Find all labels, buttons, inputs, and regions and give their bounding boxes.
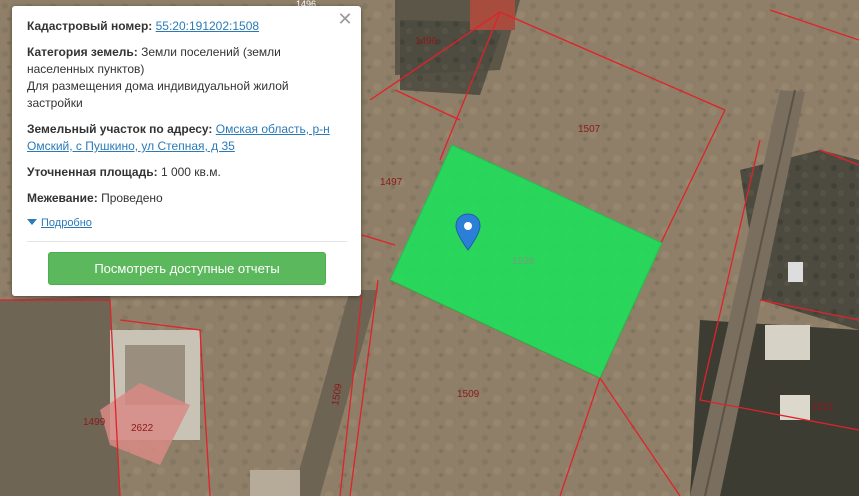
area-value: 1 000 кв.м.: [160, 165, 221, 179]
category-row: Категория земель: Земли поселений (земли…: [27, 44, 347, 112]
area-label: Уточненная площадь:: [27, 165, 158, 179]
cadastral-row: Кадастровый номер: 55:20:191202:1508: [27, 18, 347, 35]
parcel-label: 1507: [578, 124, 601, 135]
close-icon[interactable]: ✕: [337, 10, 353, 28]
address-label: Земельный участок по адресу:: [27, 122, 213, 136]
parcel-label: 2622: [131, 423, 154, 434]
parcel-label: 1499: [83, 417, 106, 428]
survey-row: Межевание: Проведено: [27, 190, 347, 207]
parcel-label: 1497: [380, 177, 403, 188]
area-row: Уточненная площадь: 1 000 кв.м.: [27, 164, 347, 181]
more-details-label: Подробно: [41, 217, 92, 229]
house: [788, 262, 803, 282]
cadastral-number-link[interactable]: 55:20:191202:1508: [156, 19, 259, 33]
cadastral-label: Кадастровый номер:: [27, 19, 153, 33]
parcel-label: 1509: [457, 389, 480, 400]
survey-value: Проведено: [101, 191, 163, 205]
address-row: Земельный участок по адресу: Омская обла…: [27, 121, 347, 155]
more-details-link[interactable]: Подробно: [27, 216, 347, 230]
category-label: Категория земель:: [27, 45, 138, 59]
house: [250, 470, 300, 496]
parcel-info-popup: ✕ Кадастровый номер: 55:20:191202:1508 К…: [12, 6, 361, 296]
house: [765, 325, 810, 360]
survey-label: Межевание:: [27, 191, 98, 205]
permitted-use: Для размещения дома индивидуальной жилой…: [27, 79, 289, 110]
divider: [27, 241, 347, 242]
parcel-label: 1508: [512, 256, 535, 267]
view-reports-button[interactable]: Посмотреть доступные отчеты: [48, 252, 326, 285]
parcel-label: 1496: [415, 36, 438, 47]
parcel-label: 1521: [812, 402, 835, 413]
caret-down-icon: [27, 219, 37, 225]
field-area: [0, 295, 120, 496]
